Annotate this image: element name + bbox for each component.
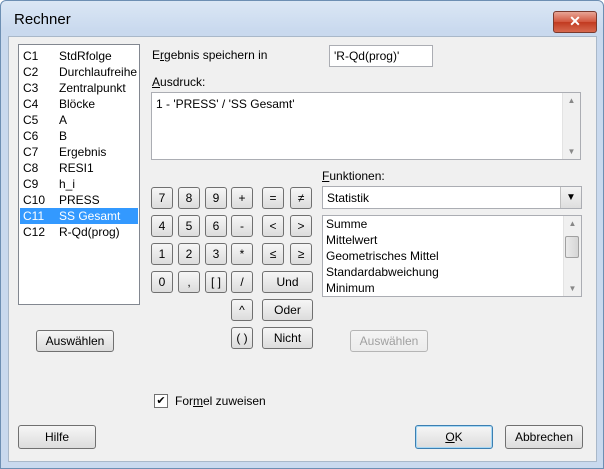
column-id: C4 xyxy=(23,97,39,111)
key-button[interactable]: ≥ xyxy=(290,243,312,265)
key-button[interactable]: 0 xyxy=(151,271,173,293)
column-list-item[interactable]: C8 RESI1 xyxy=(20,160,138,176)
column-list[interactable]: C1 StdRfolge C2 Durchlaufreihe C3 Zentralpunk… xyxy=(18,44,140,305)
key-button[interactable]: [ ] xyxy=(205,271,227,293)
help-button[interactable]: Hilfe xyxy=(18,425,96,449)
column-id: C9 xyxy=(23,177,39,191)
function-list-item[interactable]: Summe xyxy=(326,217,367,231)
column-id: C3 xyxy=(23,81,39,95)
column-list-item[interactable]: C5 A xyxy=(20,112,138,128)
column-name: Blöcke xyxy=(59,97,96,111)
scroll-down-icon[interactable]: ▼ xyxy=(564,284,581,293)
key-button[interactable]: 2 xyxy=(178,243,200,265)
column-name: RESI1 xyxy=(59,161,94,175)
column-name: h_i xyxy=(59,177,76,191)
key-button[interactable]: - xyxy=(231,215,253,237)
key-button[interactable]: 7 xyxy=(151,187,173,209)
key-and[interactable]: Und xyxy=(262,271,313,293)
expression-input[interactable]: 1 - 'PRESS' / 'SS Gesamt' ▲ ▼ xyxy=(151,92,581,160)
chevron-down-icon[interactable]: ▼ xyxy=(560,187,581,208)
dialog-body: C1 StdRfolge C2 Durchlaufreihe C3 Zentralpunk… xyxy=(8,36,597,462)
key-button[interactable]: / xyxy=(231,271,253,293)
column-name: R-Qd(prog) xyxy=(59,225,120,239)
key-button[interactable]: * xyxy=(231,243,253,265)
dialog-title: Rechner xyxy=(14,11,71,28)
column-name: B xyxy=(59,129,68,143)
key-parentheses[interactable]: ( ) xyxy=(231,327,253,349)
key-or[interactable]: Oder xyxy=(262,299,313,321)
scroll-down-icon[interactable]: ▼ xyxy=(563,147,580,156)
column-id: C6 xyxy=(23,129,39,143)
column-id: C12 xyxy=(23,225,46,239)
column-list-item[interactable]: C9 h_i xyxy=(20,176,138,192)
cancel-button[interactable]: Abbrechen xyxy=(505,425,583,449)
column-name: Durchlaufreihe xyxy=(59,65,138,79)
store-result-label: Ergebnis speichern in xyxy=(152,48,268,62)
close-icon: ✕ xyxy=(569,13,581,29)
function-list-item[interactable]: Minimum xyxy=(326,281,375,295)
calculator-dialog: Rechner ✕ C1 StdRfolge C2 Durchlaufreihe C3 Z… xyxy=(0,0,604,469)
formula-label[interactable]: Formel zuweisen xyxy=(175,394,266,408)
key-button[interactable]: > xyxy=(290,215,312,237)
column-list-item[interactable]: C10 PRESS xyxy=(20,192,138,208)
column-list-item[interactable]: C7 Ergebnis xyxy=(20,144,138,160)
scroll-up-icon[interactable]: ▲ xyxy=(564,219,581,228)
key-button[interactable]: + xyxy=(231,187,253,209)
ok-button[interactable]: OK xyxy=(415,425,493,449)
column-id: C2 xyxy=(23,65,39,79)
function-category-select[interactable]: Statistik ▼ xyxy=(322,186,582,209)
column-list-item[interactable]: C1 StdRfolge xyxy=(20,48,138,64)
close-button[interactable]: ✕ xyxy=(553,11,597,33)
column-name: Ergebnis xyxy=(59,145,107,159)
column-list-item[interactable]: C4 Blöcke xyxy=(20,96,138,112)
formula-checkbox[interactable]: ✔ xyxy=(154,394,168,408)
key-button[interactable]: < xyxy=(262,215,284,237)
expression-scrollbar[interactable]: ▲ ▼ xyxy=(562,93,580,159)
scroll-thumb[interactable] xyxy=(565,236,579,258)
function-list[interactable]: ▲ ▼ Summe Mittelwert Geometrisches Mittel S… xyxy=(322,215,582,297)
scroll-up-icon[interactable]: ▲ xyxy=(563,96,580,105)
function-category-value: Statistik xyxy=(327,191,370,205)
expression-label: Ausdruck: xyxy=(152,75,206,89)
column-list-item[interactable]: C12 R-Qd(prog) xyxy=(20,224,138,240)
key-not[interactable]: Nicht xyxy=(262,327,313,349)
function-list-item[interactable]: Mittelwert xyxy=(326,233,377,247)
key-button[interactable]: = xyxy=(262,187,284,209)
key-button[interactable]: 1 xyxy=(151,243,173,265)
column-list-item[interactable]: C3 Zentralpunkt xyxy=(20,80,138,96)
column-select-button[interactable]: Auswählen xyxy=(36,330,114,352)
key-button[interactable]: 8 xyxy=(178,187,200,209)
function-select-button[interactable]: Auswählen xyxy=(350,330,428,352)
key-button[interactable]: 6 xyxy=(205,215,227,237)
expression-text[interactable]: 1 - 'PRESS' / 'SS Gesamt' xyxy=(156,97,295,111)
column-list-item[interactable]: C6 B xyxy=(20,128,138,144)
function-list-item[interactable]: Geometrisches Mittel xyxy=(326,249,439,263)
column-name: StdRfolge xyxy=(59,49,112,63)
column-name: SS Gesamt xyxy=(59,209,121,223)
functions-label: Funktionen: xyxy=(322,169,385,183)
key-button[interactable]: , xyxy=(178,271,200,293)
column-id: C1 xyxy=(23,49,39,63)
key-button[interactable]: 5 xyxy=(178,215,200,237)
key-button[interactable]: ≠ xyxy=(290,187,312,209)
key-button[interactable]: 4 xyxy=(151,215,173,237)
key-button[interactable]: ≤ xyxy=(262,243,284,265)
column-id: C8 xyxy=(23,161,39,175)
column-name: Zentralpunkt xyxy=(59,81,126,95)
key-button[interactable]: 9 xyxy=(205,187,227,209)
store-result-input[interactable]: 'R-Qd(prog)' xyxy=(329,45,433,67)
key-power[interactable]: ^ xyxy=(231,299,253,321)
column-list-item[interactable]: C2 Durchlaufreihe xyxy=(20,64,138,80)
column-id: C11 xyxy=(23,209,45,223)
function-list-scrollbar[interactable]: ▲ ▼ xyxy=(563,216,581,296)
column-name: A xyxy=(59,113,68,127)
column-id: C7 xyxy=(23,145,39,159)
function-list-item[interactable]: Standardabweichung xyxy=(326,265,439,279)
column-name: PRESS xyxy=(59,193,100,207)
column-id: C5 xyxy=(23,113,39,127)
key-button[interactable]: 3 xyxy=(205,243,227,265)
column-id: C10 xyxy=(23,193,46,207)
title-bar: Rechner ✕ xyxy=(1,1,603,41)
column-list-item[interactable]: C11 SS Gesamt xyxy=(20,208,138,224)
